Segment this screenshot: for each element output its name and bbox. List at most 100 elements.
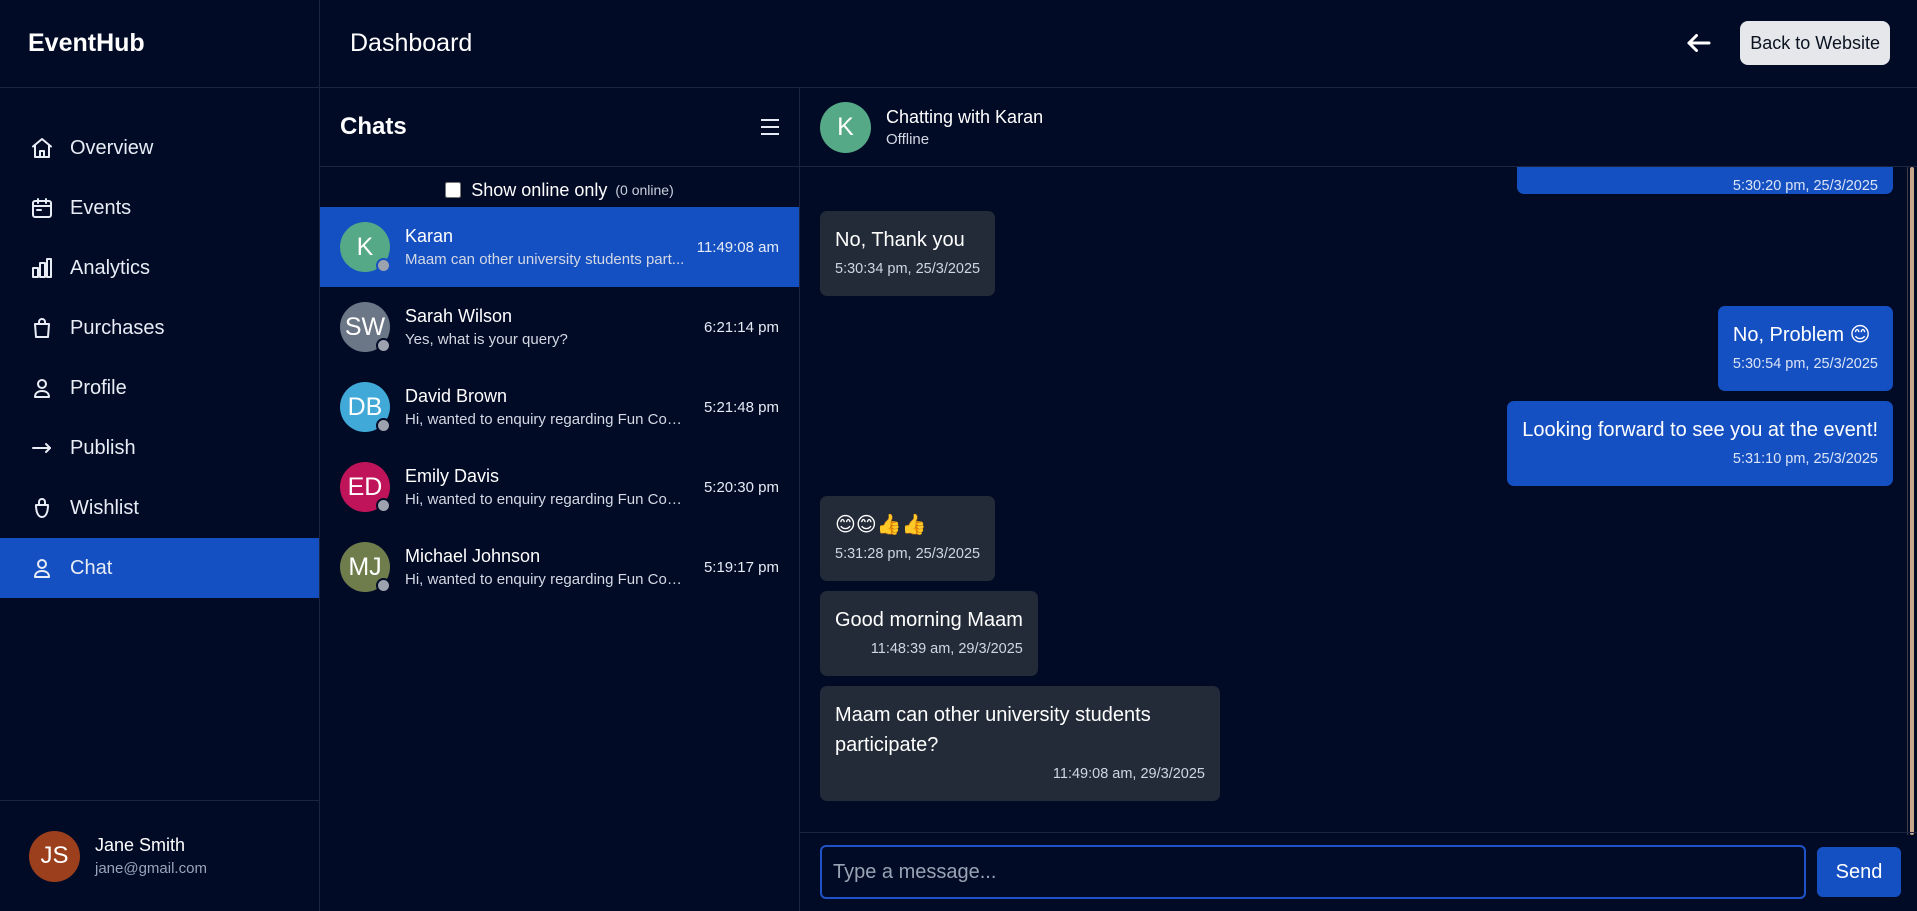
chat-meta: Michael Johnson Hi, wanted to enquiry re… <box>405 546 694 588</box>
status-dot <box>376 498 391 513</box>
chat-meta: David Brown Hi, wanted to enquiry regard… <box>405 386 694 428</box>
online-count: (0 online) <box>615 182 674 198</box>
chat-item-sarah-wilson[interactable]: SW Sarah Wilson Yes, what is your query?… <box>320 287 799 367</box>
message-text: 😊😊👍👍 <box>835 514 927 536</box>
chat-item-michael-johnson[interactable]: MJ Michael Johnson Hi, wanted to enquiry… <box>320 527 799 607</box>
message-list[interactable]: 5:30:20 pm, 25/3/2025 No, Thank you 5:30… <box>800 167 1905 835</box>
bag-handle-icon <box>35 498 49 518</box>
scrollbar[interactable] <box>1907 167 1917 835</box>
chat-partner-title: Chatting with Karan <box>886 106 1044 127</box>
avatar-initials: MJ <box>348 552 382 581</box>
home-icon <box>32 138 52 158</box>
top-header: Dashboard Back to Website <box>320 0 1917 88</box>
chat-time: 5:21:48 pm <box>703 398 779 416</box>
arrow-right-icon <box>32 443 51 453</box>
chat-name: David Brown <box>405 386 508 406</box>
user-icon <box>34 379 50 398</box>
message-time: 11:49:08 am, 29/3/2025 <box>1052 766 1205 782</box>
calendar-icon <box>32 198 52 218</box>
avatar-initials: SW <box>344 312 386 341</box>
chat-time: 11:49:08 am <box>696 238 779 256</box>
user-email: jane@gmail.com <box>95 860 207 877</box>
chat-meta: Emily Davis Hi, wanted to enquiry regard… <box>405 466 694 508</box>
chat-meta: Karan Maam can other university students… <box>405 226 687 268</box>
sidebar-item-overview[interactable]: Overview <box>0 118 319 178</box>
avatar: K <box>820 101 871 153</box>
chat-preview: Hi, wanted to enquiry regarding Fun Codi… <box>405 411 690 428</box>
chat-time: 5:19:17 pm <box>703 558 779 576</box>
avatar-initials: DB <box>347 392 383 421</box>
app-root: EventHub Overview Events Analytics Purch… <box>0 0 1917 911</box>
avatar-initials: K <box>356 232 374 261</box>
message-bubble: Looking forward to see you at the event!… <box>1507 401 1893 486</box>
chat-item-karan[interactable]: K Karan Maam can other university studen… <box>320 207 799 287</box>
message-time: 5:31:28 pm, 25/3/2025 <box>835 546 981 562</box>
sidebar-item-label: Publish <box>70 436 136 459</box>
message-time: 11:48:39 am, 29/3/2025 <box>870 641 1023 657</box>
sidebar-item-analytics[interactable]: Analytics <box>0 238 319 298</box>
sidebar-item-chat[interactable]: Chat <box>0 538 319 598</box>
message-time: 5:30:20 pm, 25/3/2025 <box>1732 178 1878 194</box>
chat-name: Karan <box>405 226 454 246</box>
current-user[interactable]: JS Jane Smith jane@gmail.com <box>0 800 320 911</box>
scrollbar-thumb[interactable] <box>1910 167 1914 835</box>
user-icon <box>34 559 50 578</box>
page-title: Dashboard <box>350 29 473 57</box>
chat-list-title: Chats <box>340 113 407 140</box>
status-dot <box>376 338 391 353</box>
sidebar-item-label: Wishlist <box>70 496 139 519</box>
chat-partner-info: Chatting with Karan Offline <box>871 107 1043 148</box>
avatar: K <box>340 222 391 273</box>
message-text: No, Problem 😊 <box>1732 324 1871 346</box>
message-text: Good morning Maam <box>835 609 1023 631</box>
message-bubble: No, Problem 😊 5:30:54 pm, 25/3/2025 <box>1717 306 1893 391</box>
sidebar-item-purchases[interactable]: Purchases <box>0 298 319 358</box>
chat-time: 5:20:30 pm <box>703 478 779 496</box>
message-bubble: No, Thank you 5:30:34 pm, 25/3/2025 <box>820 211 996 296</box>
chat-name: Sarah Wilson <box>405 306 513 326</box>
sidebar-item-label: Overview <box>70 136 154 159</box>
status-dot <box>376 578 391 593</box>
online-filter[interactable]: Show online only (0 online) <box>320 167 799 207</box>
sidebar-item-label: Profile <box>70 376 127 399</box>
sidebar-item-label: Purchases <box>70 316 165 339</box>
chat-window-header: K Chatting with Karan Offline <box>800 88 1917 167</box>
chat-item-emily-davis[interactable]: ED Emily Davis Hi, wanted to enquiry reg… <box>320 447 799 527</box>
status-dot <box>376 258 391 273</box>
message-time: 5:30:54 pm, 25/3/2025 <box>1732 356 1878 372</box>
chat-list-header: Chats <box>320 88 799 167</box>
message-bubble: Good morning Maam 11:48:39 am, 29/3/2025 <box>820 591 1038 676</box>
online-only-checkbox[interactable] <box>445 182 462 198</box>
message-time: 5:30:34 pm, 25/3/2025 <box>835 261 981 277</box>
shopping-bag-icon <box>34 318 50 338</box>
chat-preview: Maam can other university students part.… <box>405 251 685 268</box>
message-text: Looking forward to see you at the event! <box>1522 419 1878 441</box>
chat-preview: Yes, what is your query? <box>405 331 568 348</box>
sidebar: EventHub Overview Events Analytics Purch… <box>0 0 320 911</box>
avatar: SW <box>340 302 391 353</box>
brand-logo[interactable]: EventHub <box>0 0 319 88</box>
chat-item-david-brown[interactable]: DB David Brown Hi, wanted to enquiry reg… <box>320 367 799 447</box>
sidebar-item-profile[interactable]: Profile <box>0 358 319 418</box>
user-info: Jane Smith jane@gmail.com <box>95 835 207 877</box>
avatar-initials: ED <box>347 472 383 501</box>
message-input[interactable] <box>820 845 1806 899</box>
avatar: JS <box>29 830 80 882</box>
back-to-website-button[interactable]: Back to Website <box>1740 21 1890 65</box>
message-time: 5:31:10 pm, 25/3/2025 <box>1732 451 1878 467</box>
chat-list-panel: Chats Show online only (0 online) K Kara… <box>320 88 800 911</box>
chat-preview: Hi, wanted to enquiry regarding Fun Codi… <box>405 491 690 508</box>
chat-window: K Chatting with Karan Offline 5:30:20 pm… <box>800 88 1917 911</box>
back-arrow-icon[interactable] <box>1684 28 1714 58</box>
sidebar-nav: Overview Events Analytics Purchases Prof… <box>0 88 319 598</box>
sidebar-item-events[interactable]: Events <box>0 178 319 238</box>
sidebar-item-publish[interactable]: Publish <box>0 418 319 478</box>
sidebar-item-label: Chat <box>70 556 113 579</box>
menu-icon[interactable] <box>761 119 779 135</box>
sidebar-item-label: Analytics <box>70 256 151 279</box>
message-text: No, Thank you <box>835 229 965 251</box>
sidebar-item-wishlist[interactable]: Wishlist <box>0 478 319 538</box>
chat-meta: Sarah Wilson Yes, what is your query? <box>405 306 694 348</box>
chat-name: Michael Johnson <box>405 546 541 566</box>
send-button[interactable]: Send <box>1817 847 1901 897</box>
